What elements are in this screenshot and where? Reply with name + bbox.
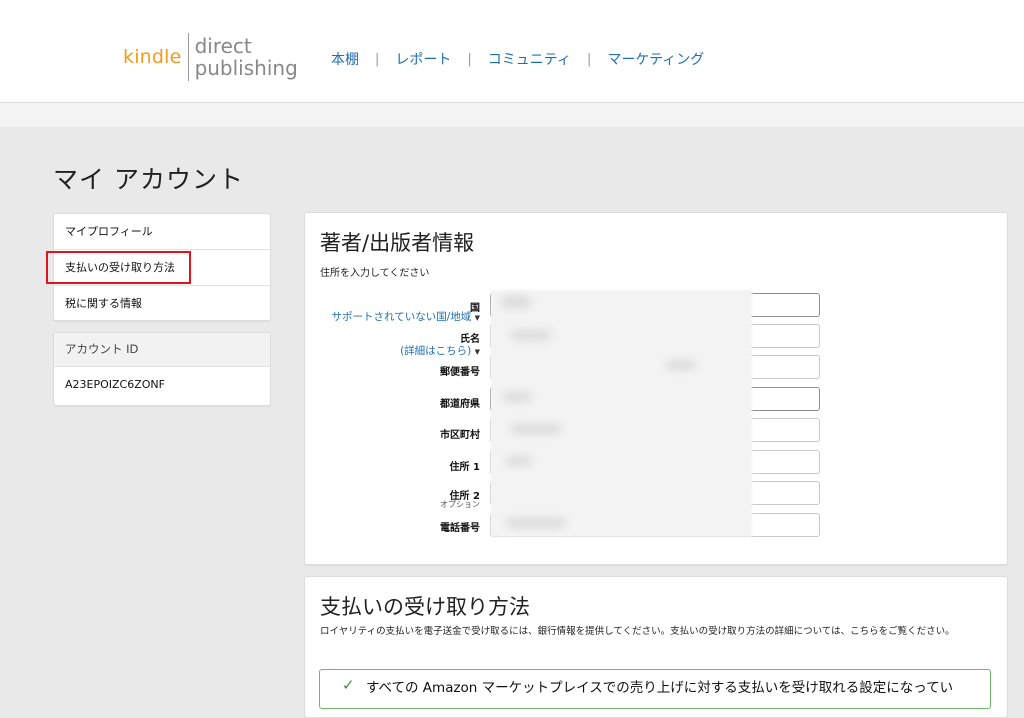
highlight-annotation-box	[46, 251, 191, 284]
main-nav: 本棚 | レポート | コミュニティ | マーケティング	[331, 49, 704, 69]
account-id-card: アカウント ID A23EPOIZC6ZONF	[53, 332, 271, 406]
city-label: 市区町村	[440, 430, 480, 441]
logo-direct-publishing: direct publishing	[195, 35, 298, 79]
address2-optional-label: オプション	[440, 500, 480, 509]
payment-method-title: 支払いの受け取り方法	[320, 595, 530, 619]
nav-separator: |	[375, 51, 380, 67]
kdp-logo[interactable]: kindle direct publishing	[123, 30, 298, 84]
top-header: kindle direct publishing 本棚 | レポート | コミュ…	[0, 0, 1024, 103]
redaction-blur-spot	[511, 330, 551, 340]
redaction-blur-spot	[503, 392, 531, 402]
country-hint-link[interactable]: サポートされていない国/地域 ▼	[332, 309, 480, 324]
phone-label: 電話番号	[440, 523, 480, 534]
redaction-blur	[491, 290, 752, 537]
payment-method-description: ロイヤリティの支払いを電子送金で受け取るには、銀行情報を提供してください。支払い…	[320, 626, 955, 637]
logo-publishing-text: publishing	[194, 56, 298, 80]
redaction-blur-spot	[501, 296, 531, 308]
author-info-subtitle: 住所を入力してください	[320, 268, 430, 279]
address1-label: 住所 1	[449, 462, 480, 473]
country-hint-text: サポートされていない国/地域	[331, 311, 472, 323]
page-title: マイ アカウント	[53, 165, 244, 194]
check-icon: ✓	[342, 676, 355, 694]
nav-bookshelf[interactable]: 本棚	[331, 49, 359, 69]
logo-direct-text: direct	[194, 34, 252, 58]
nav-marketing[interactable]: マーケティング	[607, 49, 704, 69]
postal-code-label: 郵便番号	[440, 367, 480, 378]
logo-kindle-text: kindle	[123, 46, 182, 68]
payment-notice: ✓ すべての Amazon マーケットプレイスでの売り上げに対する支払いを受け取…	[319, 669, 991, 709]
account-id-heading: アカウント ID	[54, 333, 270, 367]
redaction-blur-spot	[666, 360, 696, 370]
redaction-blur-spot	[506, 518, 566, 528]
prefecture-label: 都道府県	[440, 399, 480, 410]
header-band	[0, 103, 1024, 127]
redaction-blur-spot	[511, 424, 561, 434]
payment-method-panel: 支払いの受け取り方法 ロイヤリティの支払いを電子送金で受け取るには、銀行情報を提…	[304, 576, 1008, 718]
nav-reports[interactable]: レポート	[395, 49, 451, 69]
payment-notice-text: すべての Amazon マーケットプレイスでの売り上げに対する支払いを受け取れる…	[366, 680, 954, 696]
caret-down-icon: ▼	[474, 314, 480, 322]
sidebar-item-tax-info[interactable]: 税に関する情報	[54, 286, 270, 321]
logo-divider	[187, 33, 189, 81]
sidebar-item-my-profile[interactable]: マイプロフィール	[54, 214, 270, 250]
nav-community[interactable]: コミュニティ	[488, 49, 571, 69]
nav-separator: |	[586, 51, 592, 67]
author-info-title: 著者/出版者情報	[320, 231, 475, 255]
account-id-value: A23EPOIZC6ZONF	[65, 378, 165, 391]
redaction-blur-spot	[506, 456, 531, 466]
nav-separator: |	[467, 51, 472, 67]
